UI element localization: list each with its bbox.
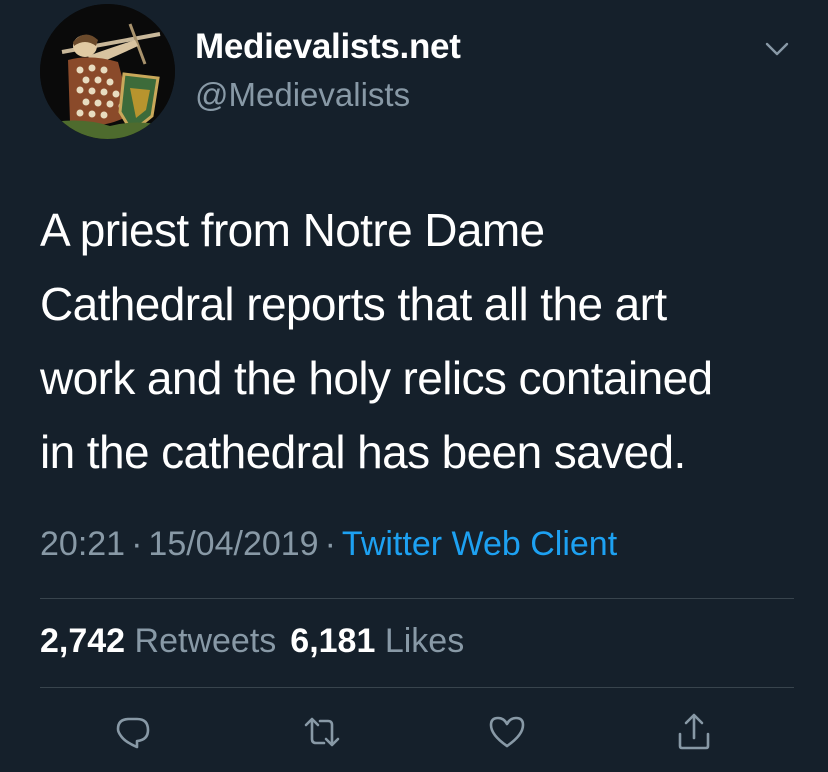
retweets-stat[interactable]: 2,742 Retweets: [40, 622, 276, 660]
reply-icon[interactable]: [113, 712, 153, 752]
tweet-metadata: 20:21 · 15/04/2019 · Twitter Web Client: [40, 523, 617, 565]
tweet-source-link[interactable]: Twitter Web Client: [342, 525, 617, 563]
tweet-text: A priest from Notre Dame Cathedral repor…: [40, 204, 713, 478]
user-handle[interactable]: @Medievalists: [195, 75, 410, 115]
display-name[interactable]: Medievalists.net: [195, 26, 461, 68]
separator: ·: [131, 525, 143, 563]
tweet-date[interactable]: 15/04/2019: [148, 525, 318, 563]
avatar[interactable]: [40, 4, 175, 139]
divider: [40, 687, 794, 688]
likes-stat[interactable]: 6,181 Likes: [290, 622, 464, 660]
medieval-tapestry-figure-avatar-icon: [40, 4, 175, 139]
engagement-stats: 2,742 Retweets 6,181 Likes: [40, 620, 464, 662]
retweets-count: 2,742: [40, 622, 126, 660]
share-icon[interactable]: [674, 712, 714, 752]
retweet-icon[interactable]: [302, 712, 342, 752]
retweets-label: Retweets: [134, 622, 277, 660]
separator: ·: [324, 525, 336, 563]
like-icon[interactable]: [487, 712, 527, 752]
divider: [40, 598, 794, 599]
chevron-down-icon[interactable]: [764, 40, 790, 58]
tweet-time[interactable]: 20:21: [40, 525, 125, 563]
likes-count: 6,181: [290, 622, 376, 660]
likes-label: Likes: [384, 622, 465, 660]
